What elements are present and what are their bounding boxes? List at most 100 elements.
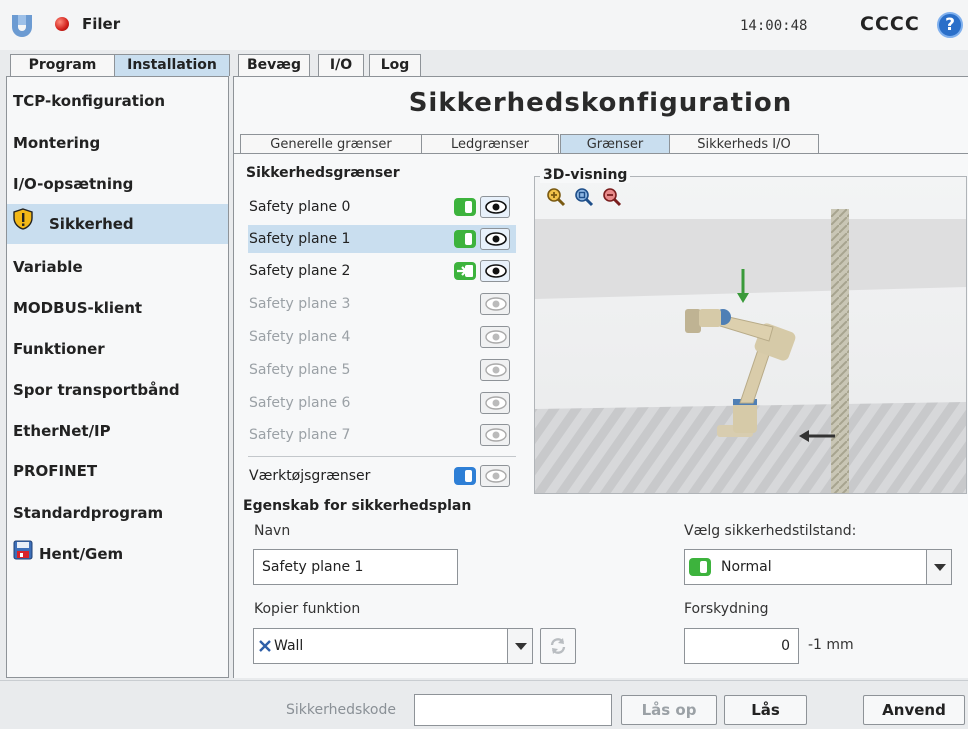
offset-input[interactable]: 0: [684, 628, 799, 664]
sidebar-item-label: Hent/Gem: [39, 545, 124, 563]
plane-label: Safety plane 2: [249, 263, 351, 279]
plane-row-5[interactable]: Safety plane 5: [248, 356, 516, 384]
sidebar-item-label: Sikkerhed: [49, 215, 134, 233]
visibility-eye-icon[interactable]: [480, 359, 510, 381]
zoom-out-icon[interactable]: [602, 187, 622, 207]
plane-label: Safety plane 7: [249, 427, 351, 443]
copy-feature-value: Wall: [274, 638, 304, 654]
visibility-eye-icon[interactable]: [480, 392, 510, 414]
sidebar-item-label: Standardprogram: [13, 504, 164, 522]
subtab-divider: [233, 153, 968, 154]
sidebar: TCP-konfiguration Montering I/O-opsætnin…: [6, 76, 229, 678]
feature-x-icon: [259, 640, 271, 652]
zoom-in-icon[interactable]: [546, 187, 566, 207]
tab-program[interactable]: Program: [10, 54, 115, 76]
shield-warning-icon: [13, 205, 33, 245]
trigger-plane-icon[interactable]: [454, 262, 476, 280]
sidebar-item-variables[interactable]: Variable: [7, 247, 228, 287]
sidebar-item-tcp[interactable]: TCP-konfiguration: [7, 81, 228, 121]
sidebar-item-label: MODBUS-klient: [13, 299, 143, 317]
sidebar-item-conveyor[interactable]: Spor transportbånd: [7, 370, 228, 410]
refresh-icon: [550, 638, 566, 654]
safety-mode-value: Normal: [721, 559, 772, 575]
sidebar-item-label: PROFINET: [13, 462, 98, 480]
floppy-disk-icon: [13, 535, 33, 575]
safety-mode-label: Vælg sikkerhedstilstand:: [684, 523, 857, 539]
subtab-joint-limits[interactable]: Ledgrænser: [421, 134, 559, 154]
plane-row-2[interactable]: Safety plane 2: [248, 257, 516, 285]
plane-label: Safety plane 1: [249, 231, 351, 247]
visibility-eye-icon[interactable]: [480, 293, 510, 315]
tab-log[interactable]: Log: [369, 54, 421, 76]
sidebar-item-modbus[interactable]: MODBUS-klient: [7, 288, 228, 328]
safety-code-input[interactable]: [414, 694, 612, 726]
plane-label: Safety plane 5: [249, 362, 351, 378]
sidebar-item-label: Montering: [13, 134, 101, 152]
sidebar-item-default-program[interactable]: Standardprogram: [7, 493, 228, 533]
visibility-eye-icon[interactable]: [480, 326, 510, 348]
sidebar-item-load-save[interactable]: Hent/Gem: [7, 534, 228, 574]
plane-row-0[interactable]: Safety plane 0: [248, 193, 516, 221]
chevron-down-icon[interactable]: [926, 550, 951, 584]
lock-button[interactable]: Lås: [724, 695, 807, 725]
sidebar-item-label: Funktioner: [13, 340, 105, 358]
plane-row-6[interactable]: Safety plane 6: [248, 389, 516, 417]
plane-row-4[interactable]: Safety plane 4: [248, 323, 516, 351]
3d-view-title: 3D-visning: [540, 167, 631, 183]
name-label: Navn: [254, 523, 291, 539]
robot-name: CCCC: [860, 13, 920, 35]
visibility-eye-icon[interactable]: [480, 465, 510, 487]
sidebar-item-io-setup[interactable]: I/O-opsætning: [7, 164, 228, 204]
refresh-button[interactable]: [540, 628, 576, 664]
plane-enable-toggle[interactable]: [454, 198, 476, 216]
visibility-eye-icon[interactable]: [480, 196, 510, 218]
sidebar-item-ethernetip[interactable]: EtherNet/IP: [7, 411, 228, 451]
safety-mode-select[interactable]: Normal: [684, 549, 952, 585]
copy-feature-select[interactable]: Wall: [253, 628, 533, 664]
plane-row-3[interactable]: Safety plane 3: [248, 290, 516, 318]
plane-label: Safety plane 4: [249, 329, 351, 345]
subtab-boundaries[interactable]: Grænser: [560, 134, 670, 154]
chevron-down-icon[interactable]: [507, 629, 532, 663]
sidebar-item-profinet[interactable]: PROFINET: [7, 451, 228, 491]
help-icon[interactable]: ?: [937, 12, 963, 38]
visibility-eye-icon[interactable]: [480, 260, 510, 282]
plane-enable-toggle[interactable]: [454, 230, 476, 248]
tab-installation[interactable]: Installation: [114, 54, 230, 76]
safety-limits-title: Sikkerhedsgrænser: [246, 165, 400, 181]
tab-io[interactable]: I/O: [318, 54, 364, 76]
tab-move[interactable]: Bevæg: [238, 54, 310, 76]
tool-limits-toggle[interactable]: [454, 467, 476, 485]
3d-scene[interactable]: [535, 177, 966, 493]
clock: 14:00:48: [740, 18, 808, 34]
tool-limits-row[interactable]: Værktøjsgrænser: [248, 462, 516, 490]
subtab-safety-io[interactable]: Sikkerheds I/O: [669, 134, 819, 154]
divider: [248, 456, 516, 457]
3d-view[interactable]: [534, 176, 967, 494]
sidebar-item-label: EtherNet/IP: [13, 422, 111, 440]
tool-limits-label: Værktøjsgrænser: [249, 468, 371, 484]
visibility-eye-icon[interactable]: [480, 424, 510, 446]
sidebar-item-label: Spor transportbånd: [13, 381, 180, 399]
sidebar-item-label: Variable: [13, 258, 83, 276]
file-menu[interactable]: Filer: [82, 15, 120, 33]
sidebar-item-safety[interactable]: Sikkerhed: [7, 204, 228, 244]
subtab-general-limits[interactable]: Generelle grænser: [240, 134, 422, 154]
page-title: Sikkerhedskonfiguration: [408, 88, 793, 118]
sidebar-item-label: TCP-konfiguration: [13, 92, 166, 110]
sidebar-item-label: I/O-opsætning: [13, 175, 134, 193]
zoom-fit-icon[interactable]: [574, 187, 594, 207]
plane-properties-title: Egenskab for sikkerhedsplan: [243, 498, 472, 514]
sidebar-item-mounting[interactable]: Montering: [7, 123, 228, 163]
unlock-button[interactable]: Lås op: [621, 695, 717, 725]
top-bar: Filer 14:00:48 CCCC ?: [0, 0, 968, 50]
ur-logo-icon: [12, 15, 32, 37]
plane-name-input[interactable]: Safety plane 1: [253, 549, 458, 585]
visibility-eye-icon[interactable]: [480, 228, 510, 250]
plane-row-1[interactable]: Safety plane 1: [248, 225, 516, 253]
plane-label: Safety plane 6: [249, 395, 351, 411]
plane-row-7[interactable]: Safety plane 7: [248, 421, 516, 449]
normal-mode-icon: [689, 558, 711, 576]
sidebar-item-features[interactable]: Funktioner: [7, 329, 228, 369]
apply-button[interactable]: Anvend: [863, 695, 965, 725]
